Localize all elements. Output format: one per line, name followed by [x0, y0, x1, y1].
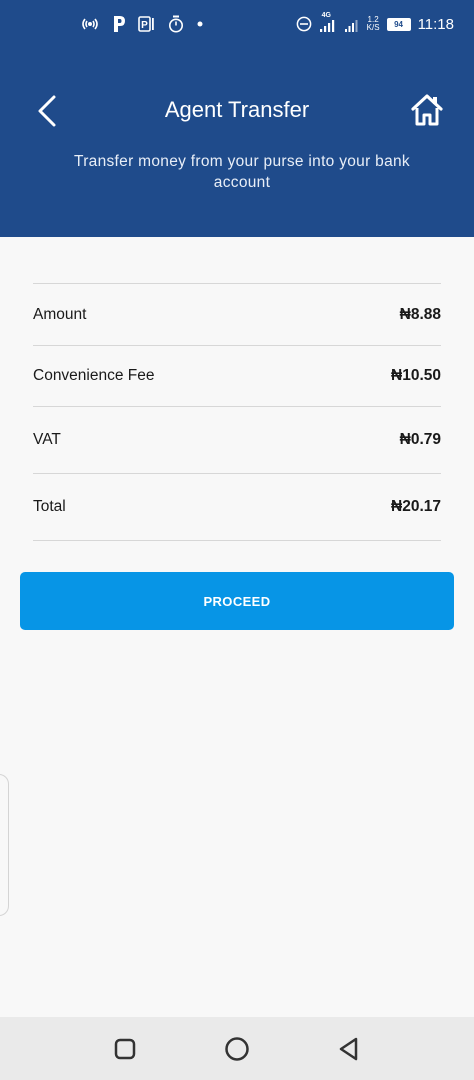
back-nav-button[interactable]	[336, 1036, 362, 1062]
timer-icon	[169, 15, 183, 33]
back-triangle-icon	[339, 1037, 358, 1061]
vat-value: ₦0.79	[399, 431, 441, 448]
convenience-fee-value: ₦10.50	[391, 367, 441, 384]
dot-icon	[197, 21, 203, 27]
svg-text:P: P	[141, 20, 148, 31]
recents-square-icon	[114, 1038, 136, 1060]
page-title: Agent Transfer	[164, 97, 310, 122]
side-panel-handle[interactable]	[0, 774, 9, 916]
header: P 4G 1.2 K/S 94 11:18 Agent Transfer Tra…	[0, 0, 474, 237]
amount-value: ₦8.88	[399, 305, 441, 323]
status-time: 11:18	[417, 15, 454, 33]
summary-row-vat: VAT ₦0.79	[33, 406, 441, 473]
do-not-disturb-icon	[296, 16, 312, 32]
total-label: Total	[33, 498, 66, 515]
signal-icon	[344, 20, 358, 32]
recents-button[interactable]	[112, 1036, 138, 1062]
vat-label: VAT	[33, 431, 61, 448]
convenience-fee-label: Convenience Fee	[33, 367, 155, 384]
page-subtitle: Transfer money from your purse into your…	[74, 153, 410, 191]
parking-sign-icon: P	[138, 16, 154, 32]
status-bar: P 4G 1.2 K/S 94 11:18	[0, 0, 474, 56]
home-button[interactable]	[410, 93, 444, 127]
summary-row-convenience-fee: Convenience Fee ₦10.50	[33, 345, 441, 406]
total-value: ₦20.17	[391, 498, 441, 515]
summary-row-amount: Amount ₦8.88	[33, 283, 441, 345]
home-circle-icon	[225, 1037, 249, 1061]
home-nav-button[interactable]	[224, 1036, 250, 1062]
amount-label: Amount	[33, 305, 87, 323]
net-speed: 1.2 K/S	[367, 16, 380, 32]
system-nav-bar	[0, 1017, 474, 1080]
proceed-button[interactable]: PROCEED	[20, 572, 454, 630]
summary-row-total: Total ₦20.17	[33, 473, 441, 541]
home-icon	[411, 94, 443, 126]
signal-4g-icon: 4G	[319, 12, 337, 33]
battery-icon: 94	[386, 17, 411, 31]
parking-p-icon	[114, 16, 125, 32]
transfer-summary: Amount ₦8.88 Convenience Fee ₦10.50 VAT …	[33, 283, 441, 541]
hotspot-icon	[82, 18, 98, 30]
net-speed-unit: K/S	[366, 23, 380, 32]
